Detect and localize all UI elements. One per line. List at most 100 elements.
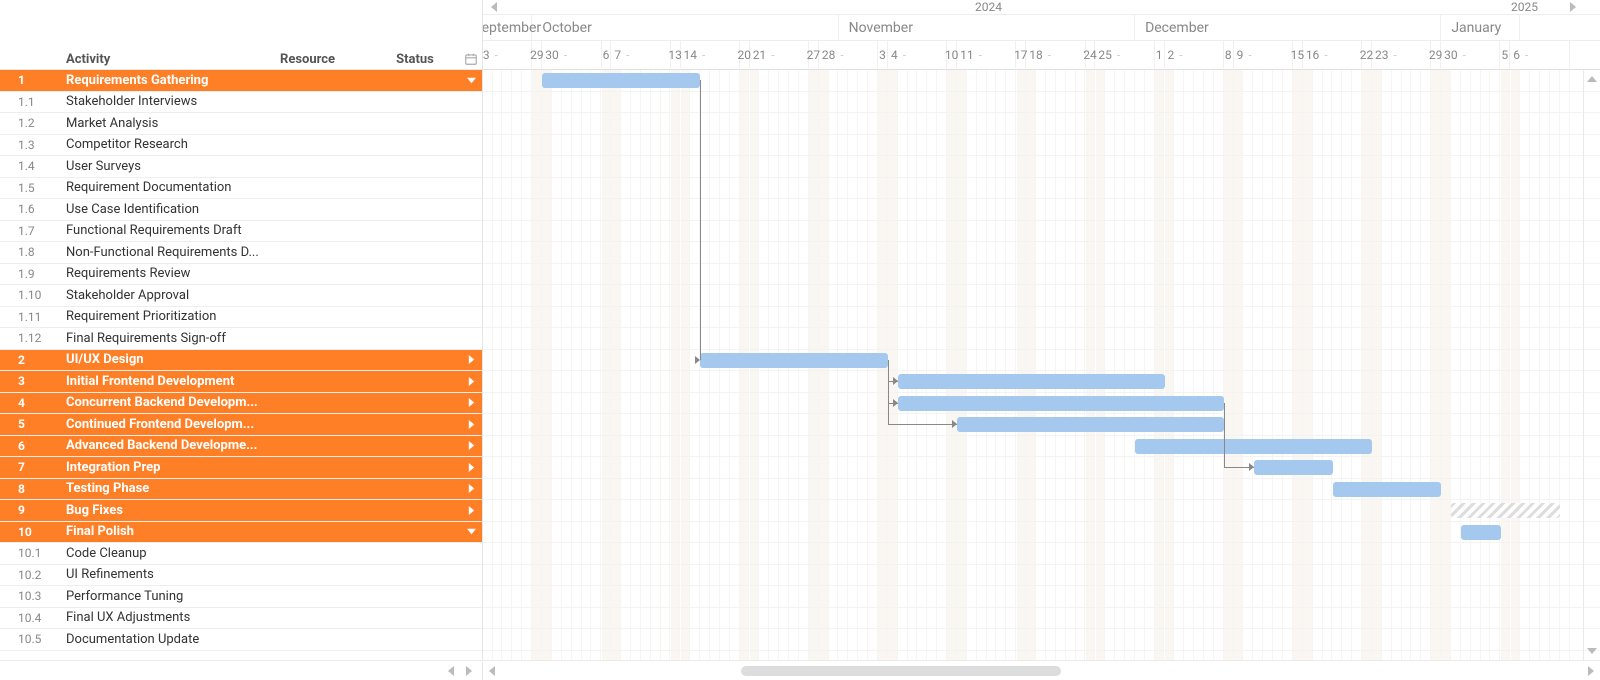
week-cell[interactable]: 6- [1510, 41, 1569, 68]
expand-toggle[interactable] [460, 506, 482, 515]
task-row[interactable]: 10.1Code Cleanup [0, 543, 482, 565]
task-row[interactable]: 1.4User Surveys [0, 156, 482, 178]
task-group-row[interactable]: 8Testing Phase [0, 479, 482, 501]
week-cell[interactable]: 4- [888, 41, 947, 68]
task-group-row[interactable]: 3Initial Frontend Development [0, 371, 482, 393]
scroll-down-button[interactable] [1583, 642, 1600, 660]
week-cell[interactable]: 16- [1303, 41, 1362, 68]
expand-toggle[interactable] [460, 377, 482, 386]
gantt-bar[interactable] [1135, 439, 1372, 454]
scroll-right-button[interactable] [1582, 662, 1600, 680]
timeline-row[interactable] [483, 242, 1600, 264]
week-cell[interactable]: 30- [542, 41, 601, 68]
timeline-row[interactable] [483, 135, 1600, 157]
gantt-bar[interactable] [898, 396, 1224, 411]
week-cell[interactable]: 10 [947, 41, 957, 68]
week-cell[interactable]: 23- [1372, 41, 1431, 68]
timeline-row[interactable] [483, 522, 1600, 544]
week-cell[interactable]: 7- [611, 41, 670, 68]
timeline-row[interactable] [483, 285, 1600, 307]
week-cell[interactable]: 14- [681, 41, 740, 68]
scroll-left-button[interactable] [442, 662, 460, 680]
task-row[interactable]: 1.8Non-Functional Requirements D... [0, 242, 482, 264]
timeline-row[interactable] [483, 393, 1600, 415]
scroll-up-button[interactable] [1583, 70, 1600, 88]
timeline-row[interactable] [483, 371, 1600, 393]
gantt-bar[interactable] [957, 417, 1224, 432]
task-group-row[interactable]: 6Advanced Backend Developme... [0, 436, 482, 458]
timeline-row[interactable] [483, 586, 1600, 608]
scroll-right-button[interactable] [460, 662, 478, 680]
timeline-row[interactable] [483, 608, 1600, 630]
timeline-row[interactable] [483, 436, 1600, 458]
vertical-scrollbar[interactable] [1583, 70, 1600, 660]
week-cell[interactable]: 20 [740, 41, 750, 68]
expand-toggle[interactable] [460, 484, 482, 493]
task-row[interactable]: 1.9Requirements Review [0, 264, 482, 286]
expand-toggle[interactable] [460, 398, 482, 407]
timeline-row[interactable] [483, 414, 1600, 436]
gantt-bar[interactable] [898, 374, 1165, 389]
month-cell[interactable]: December [1135, 15, 1441, 40]
col-resource[interactable]: Resource [280, 52, 370, 67]
timeline-row[interactable] [483, 307, 1600, 329]
gantt-bar[interactable] [1451, 503, 1560, 518]
task-row[interactable]: 1.6Use Case Identification [0, 199, 482, 221]
month-cell[interactable]: October [532, 15, 838, 40]
week-cell[interactable]: 29 [532, 41, 542, 68]
timeline-row[interactable] [483, 156, 1600, 178]
week-cell[interactable]: 28- [819, 41, 878, 68]
expand-toggle[interactable] [460, 463, 482, 472]
task-group-row[interactable]: 1Requirements Gathering [0, 70, 482, 92]
week-cell[interactable]: 6 [602, 41, 612, 68]
timeline-row[interactable] [483, 264, 1600, 286]
timeline-body[interactable] [483, 70, 1600, 660]
week-cell[interactable]: 11- [957, 41, 1016, 68]
task-row[interactable]: 10.5Documentation Update [0, 629, 482, 651]
timeline-row[interactable] [483, 178, 1600, 200]
month-cell[interactable]: January [1441, 15, 1520, 40]
task-row[interactable]: 10.3Performance Tuning [0, 586, 482, 608]
gantt-bar[interactable] [700, 353, 888, 368]
week-cell[interactable]: 17 [1016, 41, 1026, 68]
week-cell[interactable]: 13 [671, 41, 681, 68]
task-group-row[interactable]: 4Concurrent Backend Developm... [0, 393, 482, 415]
month-cell[interactable]: November [839, 15, 1135, 40]
week-cell[interactable]: 3 [878, 41, 888, 68]
timeline-row[interactable] [483, 479, 1600, 501]
task-row[interactable]: 10.2UI Refinements [0, 565, 482, 587]
col-activity[interactable]: Activity [54, 52, 280, 67]
expand-toggle[interactable] [460, 76, 482, 85]
week-cell[interactable]: 23- [483, 41, 532, 68]
timeline-row[interactable] [483, 565, 1600, 587]
timeline-row[interactable] [483, 629, 1600, 651]
task-row[interactable]: 1.1Stakeholder Interviews [0, 92, 482, 114]
timeline-hscroll[interactable] [483, 662, 1600, 680]
week-cell[interactable]: 30- [1441, 41, 1500, 68]
timeline-row[interactable] [483, 70, 1600, 92]
task-row[interactable]: 1.10Stakeholder Approval [0, 285, 482, 307]
task-group-row[interactable]: 7Integration Prep [0, 457, 482, 479]
task-row[interactable]: 1.7Functional Requirements Draft [0, 221, 482, 243]
expand-toggle[interactable] [460, 441, 482, 450]
timeline-row[interactable] [483, 328, 1600, 350]
timeline-row[interactable] [483, 221, 1600, 243]
task-list-hscroll[interactable] [0, 662, 483, 680]
calendar-button[interactable] [460, 52, 482, 66]
gantt-bar[interactable] [1461, 525, 1501, 540]
scroll-left-button[interactable] [483, 662, 501, 680]
timeline-row[interactable] [483, 457, 1600, 479]
week-cell[interactable]: 27 [809, 41, 819, 68]
week-cell[interactable]: 9- [1234, 41, 1293, 68]
week-cell[interactable]: 18- [1026, 41, 1085, 68]
week-cell[interactable]: 25- [1095, 41, 1154, 68]
timeline-row[interactable] [483, 113, 1600, 135]
week-cell[interactable]: 15 [1293, 41, 1303, 68]
task-group-row[interactable]: 5Continued Frontend Developm... [0, 414, 482, 436]
month-cell[interactable]: September [483, 15, 532, 40]
task-row[interactable]: 1.11Requirement Prioritization [0, 307, 482, 329]
week-cell[interactable]: 8 [1224, 41, 1234, 68]
timeline-row[interactable] [483, 543, 1600, 565]
task-group-row[interactable]: 2UI/UX Design [0, 350, 482, 372]
week-cell[interactable]: 22 [1362, 41, 1372, 68]
